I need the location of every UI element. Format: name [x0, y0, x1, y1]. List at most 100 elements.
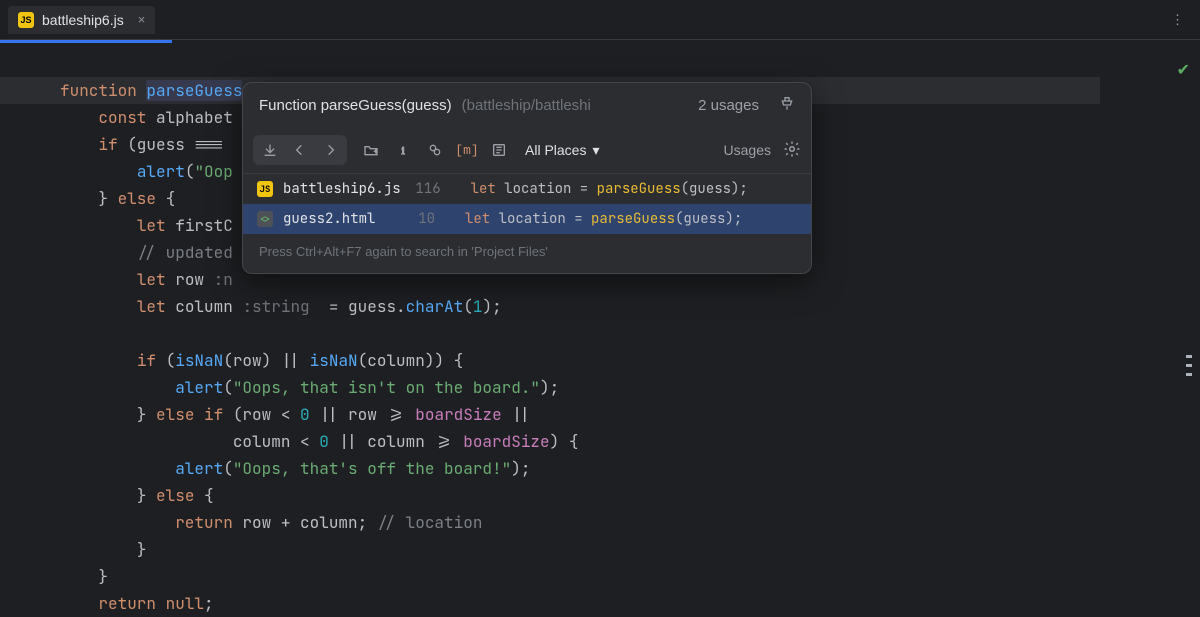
usages-type-dropdown[interactable]: Usages [724, 142, 771, 158]
scope-label: All Places [525, 142, 586, 158]
string-literal: "Oop [194, 161, 232, 182]
preview-icon[interactable] [485, 136, 513, 164]
code-text: (row < [223, 404, 300, 425]
code-text: } [98, 188, 117, 209]
code-text: } [98, 566, 108, 587]
keyword: return [175, 512, 233, 533]
type-hint: :string [242, 296, 319, 317]
code-text: } [137, 539, 147, 560]
open-tool-window-icon[interactable] [255, 137, 285, 163]
code-text: column [166, 296, 243, 317]
code-text: firstC [166, 215, 233, 236]
comment: // location [377, 512, 483, 533]
comment: // updated [137, 242, 233, 263]
popup-title: Function parseGuess(guess) [259, 97, 452, 114]
filter-icon[interactable] [421, 136, 449, 164]
keyword: if [98, 134, 117, 155]
keyword: let [137, 296, 166, 317]
code-text: ( [223, 458, 233, 479]
keyword: null [166, 593, 204, 614]
string-literal: "Oops, that's off the board!" [233, 458, 511, 479]
code-text: ); [482, 296, 501, 317]
tab-bar: JS battleship6.js × ⋮ [0, 0, 1200, 40]
number-literal: 0 [319, 431, 329, 452]
popup-path: (battleship/battleshi [462, 97, 681, 114]
function-call: charAt [406, 296, 464, 317]
function-call: alert [175, 377, 223, 398]
code-text: ; [204, 593, 214, 614]
active-tab-indicator [0, 40, 172, 43]
js-file-icon: JS [257, 181, 273, 197]
result-filename: battleship6.js [283, 180, 401, 198]
keyword: let [137, 269, 166, 290]
code-text: row [166, 269, 214, 290]
keyword: else [118, 188, 156, 209]
regex-icon[interactable]: [m] [453, 136, 481, 164]
tab-overflow-menu-icon[interactable]: ⋮ [1171, 12, 1184, 28]
code-text: (guess === [118, 134, 224, 155]
function-name[interactable]: parseGuess [146, 80, 242, 101]
code-text [194, 404, 204, 425]
identifier: boardSize [415, 404, 501, 425]
result-snippet: let location = parseGuess(guess); [471, 180, 748, 198]
code-text: ); [511, 458, 530, 479]
type-hint: :n [214, 269, 233, 290]
pin-icon[interactable] [779, 95, 795, 115]
inspection-ok-icon[interactable]: ✔ [1177, 60, 1190, 80]
code-text: } [137, 485, 156, 506]
function-call: isNaN [310, 350, 358, 371]
code-text: || row >= [310, 404, 416, 425]
code-text: column < [233, 431, 319, 452]
scrollbar-marks [1186, 355, 1196, 382]
function-call: alert [137, 161, 185, 182]
number-literal: 0 [300, 404, 310, 425]
popup-header: Function parseGuess(guess) (battleship/b… [243, 83, 811, 127]
result-snippet: let location = parseGuess(guess); [465, 210, 742, 228]
info-icon[interactable]: i [389, 136, 417, 164]
result-line-number: 10 [405, 210, 435, 228]
code-text: alphabet [146, 107, 232, 128]
function-call: alert [175, 458, 223, 479]
chevron-down-icon: ▾ [592, 142, 599, 159]
new-folder-icon[interactable] [357, 136, 385, 164]
close-tab-icon[interactable]: × [138, 12, 146, 27]
code-text: (row) || [223, 350, 309, 371]
gear-icon[interactable] [783, 140, 801, 161]
keyword: else [156, 485, 194, 506]
code-text: { [156, 188, 175, 209]
find-usages-popup: Function parseGuess(guess) (battleship/b… [242, 82, 812, 274]
code-text: { [194, 485, 213, 506]
code-text: } [137, 404, 156, 425]
code-text [156, 593, 166, 614]
code-text: || [502, 404, 531, 425]
scope-dropdown[interactable]: All Places ▾ [525, 142, 600, 159]
svg-text:i: i [402, 146, 405, 157]
code-text: (column)) { [358, 350, 464, 371]
code-text: ( [223, 377, 233, 398]
code-text: = guess. [319, 296, 405, 317]
html-file-icon: <> [257, 211, 273, 227]
popup-hint: Press Ctrl+Alt+F7 again to search in 'Pr… [243, 234, 811, 273]
identifier: boardSize [463, 431, 549, 452]
usage-result-row[interactable]: JS battleship6.js 116 let location = par… [243, 174, 811, 204]
keyword: let [137, 215, 166, 236]
usage-result-row[interactable]: <> guess2.html 10 let location = parseGu… [243, 204, 811, 234]
keyword: if [137, 350, 156, 371]
code-text: ( [156, 350, 175, 371]
results-list: JS battleship6.js 116 let location = par… [243, 174, 811, 234]
function-call: isNaN [175, 350, 223, 371]
code-text: ( [185, 161, 195, 182]
code-text: ) { [550, 431, 579, 452]
next-occurrence-icon[interactable] [315, 137, 345, 163]
js-file-icon: JS [18, 12, 34, 28]
string-literal: "Oops, that isn't on the board." [233, 377, 540, 398]
keyword: else [156, 404, 194, 425]
code-text: ( [463, 296, 473, 317]
code-text: row + column; [233, 512, 377, 533]
keyword: return [98, 593, 156, 614]
code-text: ); [540, 377, 559, 398]
prev-occurrence-icon[interactable] [285, 137, 315, 163]
editor-tab[interactable]: JS battleship6.js × [8, 6, 155, 34]
keyword: function [60, 80, 137, 101]
result-line-number: 116 [411, 180, 441, 198]
